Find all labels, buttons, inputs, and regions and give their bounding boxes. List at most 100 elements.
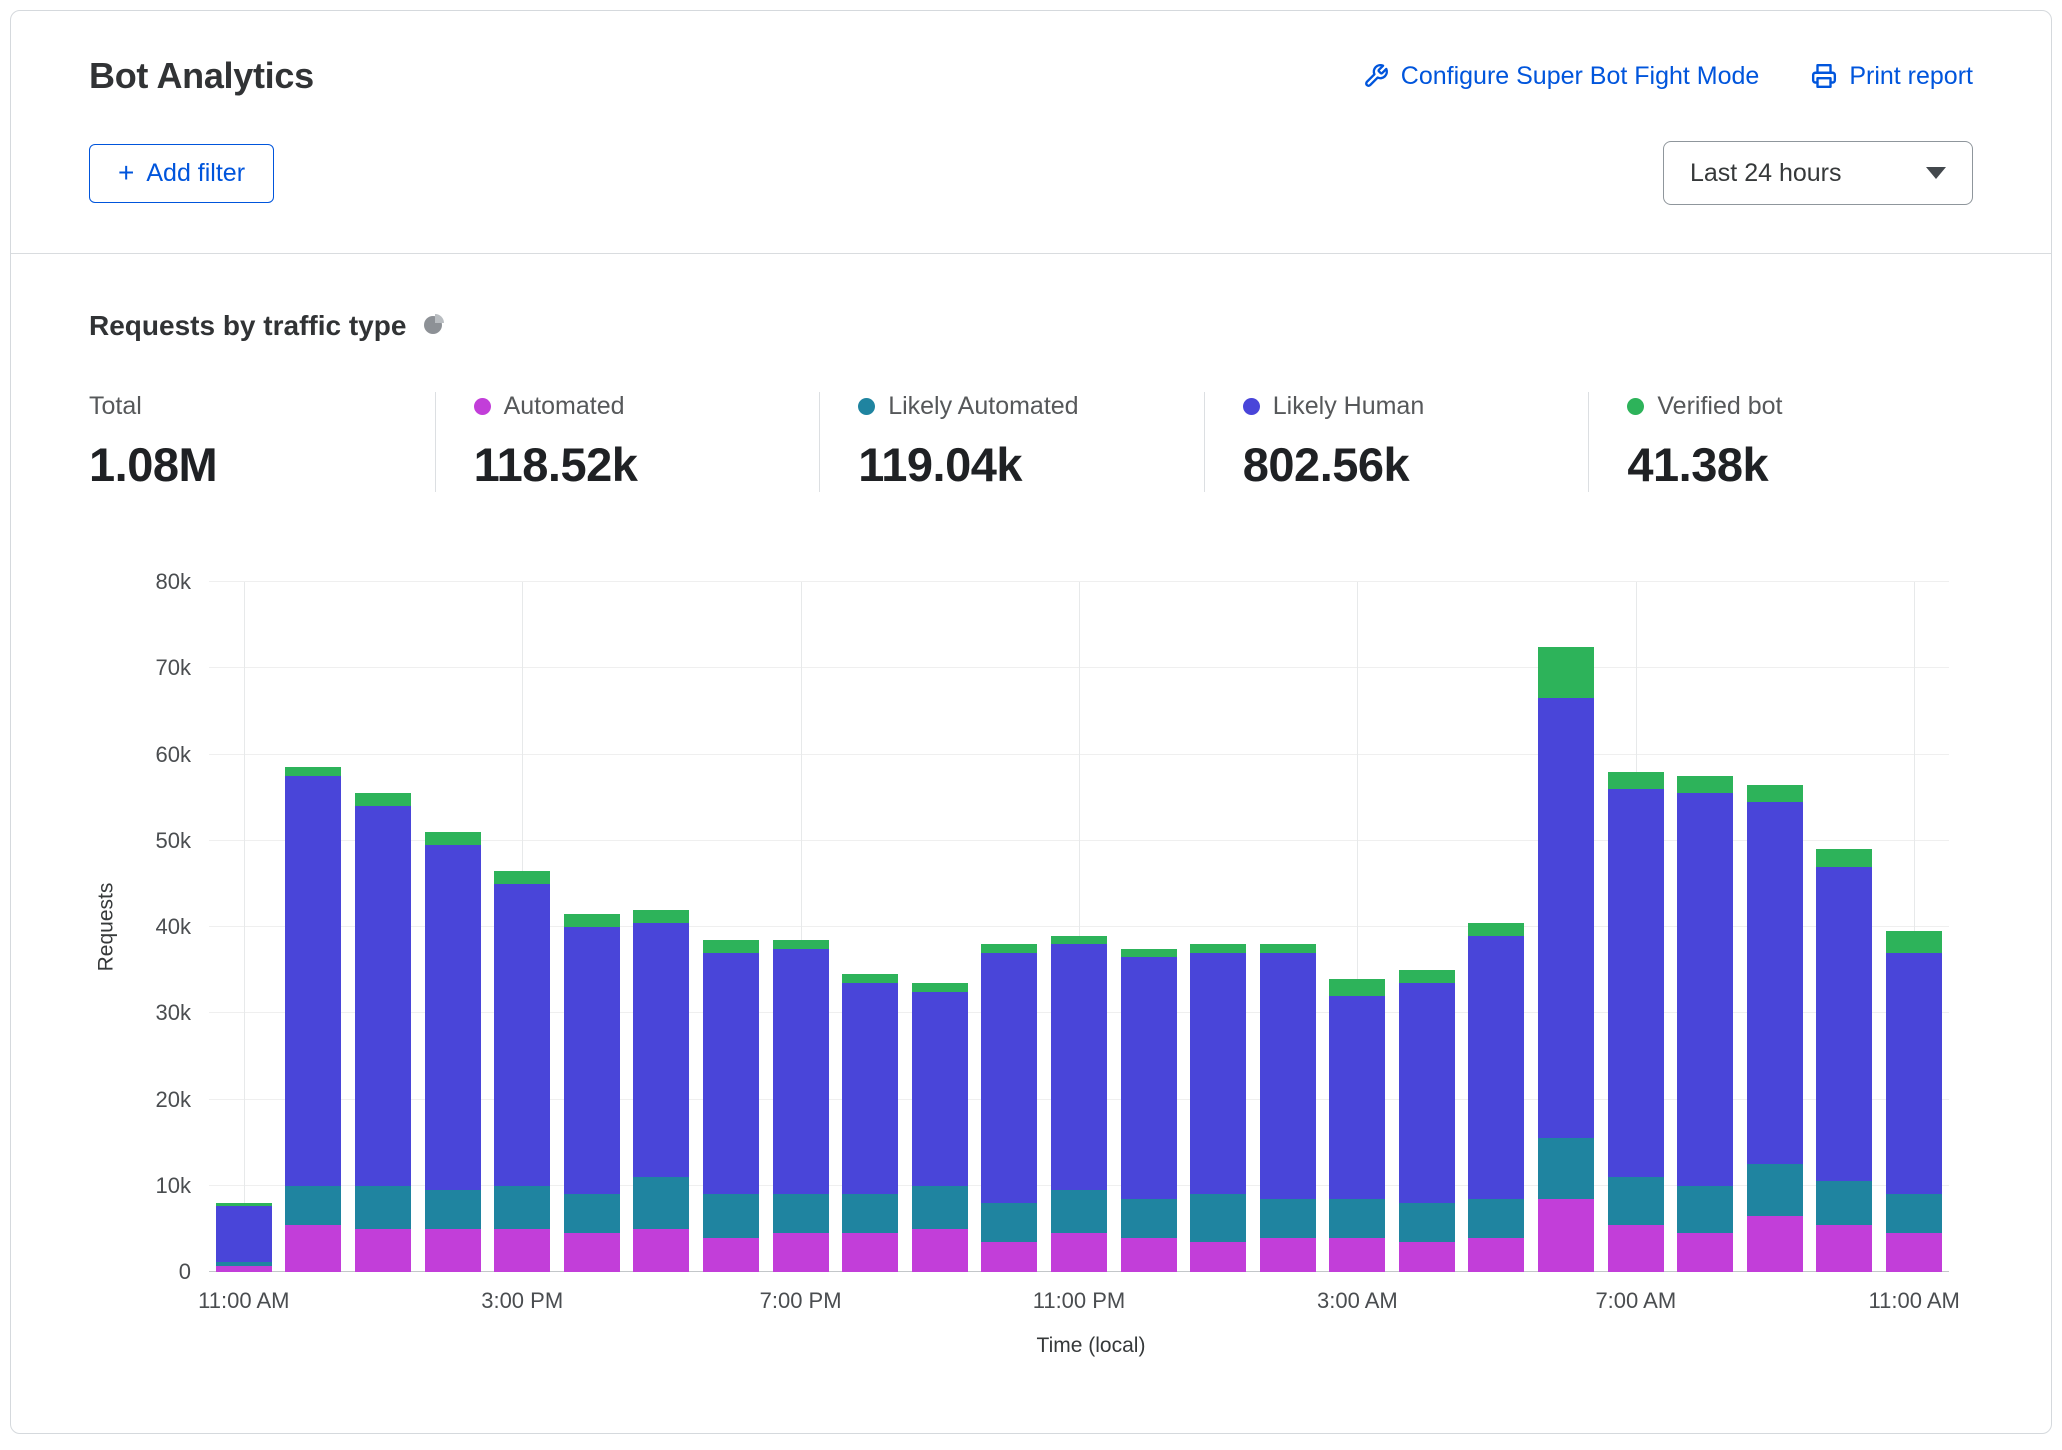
stacked-bar[interactable] xyxy=(494,582,550,1272)
stat-likely-human-label: Likely Human xyxy=(1273,392,1424,421)
bar-segment-likely-human xyxy=(912,992,968,1186)
section-title: Requests by traffic type xyxy=(89,310,406,342)
bar-segment-verified-bot xyxy=(1399,970,1455,983)
stacked-bar[interactable] xyxy=(1677,582,1733,1272)
bar-segment-likely-automated xyxy=(1538,1138,1594,1198)
x-tick-label: 11:00 AM xyxy=(1869,1288,1960,1314)
bar-segment-likely-automated xyxy=(1747,1164,1803,1216)
bar-column xyxy=(766,582,836,1272)
y-axis-title-wrap: Requests xyxy=(89,582,123,1272)
x-tick-label: 7:00 AM xyxy=(1595,1288,1676,1314)
bar-segment-verified-bot xyxy=(1886,931,1942,953)
bar-segment-automated xyxy=(425,1229,481,1272)
bar-segment-likely-automated xyxy=(1677,1186,1733,1233)
bar-column xyxy=(1253,582,1323,1272)
stacked-bar[interactable] xyxy=(633,582,689,1272)
requests-by-traffic-type-section: Requests by traffic type Total 1.08M Aut… xyxy=(11,253,2051,1394)
y-tick-label: 20k xyxy=(156,1087,191,1113)
header-section: Bot Analytics Configure Super Bot Fight … xyxy=(11,11,2051,253)
stat-total: Total 1.08M xyxy=(89,392,435,492)
bar-segment-likely-automated xyxy=(842,1194,898,1233)
y-tick-label: 30k xyxy=(156,1000,191,1026)
bar-segment-verified-bot xyxy=(1260,944,1316,953)
configure-super-bot-fight-mode-link[interactable]: Configure Super Bot Fight Mode xyxy=(1363,62,1760,91)
stacked-bar[interactable] xyxy=(1886,582,1942,1272)
stacked-bar[interactable] xyxy=(355,582,411,1272)
bar-segment-automated xyxy=(1886,1233,1942,1272)
stacked-bar[interactable] xyxy=(1468,582,1524,1272)
bar-column xyxy=(1740,582,1810,1272)
bar-segment-likely-human xyxy=(564,927,620,1194)
bar-segment-likely-human xyxy=(773,949,829,1195)
stacked-bar[interactable] xyxy=(1260,582,1316,1272)
bar-segment-likely-human xyxy=(842,983,898,1194)
bar-segment-verified-bot xyxy=(1051,936,1107,945)
bar-segment-likely-human xyxy=(216,1206,272,1262)
stacked-bar[interactable] xyxy=(773,582,829,1272)
bar-segment-likely-human xyxy=(1260,953,1316,1199)
bar-segment-likely-automated xyxy=(1190,1194,1246,1241)
stacked-bar[interactable] xyxy=(912,582,968,1272)
stacked-bar[interactable] xyxy=(425,582,481,1272)
stat-likely-automated: Likely Automated 119.04k xyxy=(819,392,1204,492)
bar-segment-likely-automated xyxy=(564,1194,620,1233)
stacked-bar[interactable] xyxy=(1608,582,1664,1272)
time-range-value: Last 24 hours xyxy=(1690,159,1842,188)
bar-segment-likely-human xyxy=(1608,789,1664,1177)
stat-verified-bot-value: 41.38k xyxy=(1627,437,1973,492)
x-tick-label: 11:00 PM xyxy=(1033,1288,1126,1314)
bar-segment-likely-human xyxy=(1538,698,1594,1138)
bar-column xyxy=(627,582,697,1272)
bar-column xyxy=(418,582,488,1272)
bar-segment-likely-automated xyxy=(1886,1194,1942,1233)
bar-segment-likely-automated xyxy=(703,1194,759,1237)
x-tick-label: 7:00 PM xyxy=(760,1288,842,1314)
stacked-bar[interactable] xyxy=(703,582,759,1272)
bar-segment-verified-bot xyxy=(355,793,411,806)
time-range-dropdown[interactable]: Last 24 hours xyxy=(1663,141,1973,205)
stacked-bar[interactable] xyxy=(1051,582,1107,1272)
bar-segment-likely-automated xyxy=(1329,1199,1385,1238)
printer-icon xyxy=(1811,63,1837,89)
bar-segment-automated xyxy=(981,1242,1037,1272)
stacked-bar[interactable] xyxy=(1538,582,1594,1272)
stat-likely-human-value: 802.56k xyxy=(1243,437,1589,492)
stats-row: Total 1.08M Automated 118.52k Likely Aut… xyxy=(89,392,1973,492)
bar-column xyxy=(1531,582,1601,1272)
stacked-bar[interactable] xyxy=(216,582,272,1272)
bar-segment-likely-automated xyxy=(1399,1203,1455,1242)
bar-segment-automated xyxy=(1816,1225,1872,1272)
bar-segment-likely-human xyxy=(1816,867,1872,1182)
stacked-bar[interactable] xyxy=(285,582,341,1272)
stat-total-label: Total xyxy=(89,392,142,421)
stacked-bar[interactable] xyxy=(981,582,1037,1272)
bar-segment-likely-automated xyxy=(1608,1177,1664,1224)
bar-segment-likely-human xyxy=(1886,953,1942,1195)
bar-segment-automated xyxy=(912,1229,968,1272)
verified-bot-legend-dot xyxy=(1627,398,1644,415)
pie-chart-icon xyxy=(422,312,446,341)
bar-segment-verified-bot xyxy=(1608,772,1664,789)
bar-segment-automated xyxy=(1468,1238,1524,1273)
bot-analytics-card: Bot Analytics Configure Super Bot Fight … xyxy=(10,10,2052,1434)
stacked-bar[interactable] xyxy=(1329,582,1385,1272)
stacked-bar[interactable] xyxy=(842,582,898,1272)
bar-segment-likely-human xyxy=(1121,957,1177,1199)
stacked-bar[interactable] xyxy=(1816,582,1872,1272)
stacked-bar[interactable] xyxy=(1190,582,1246,1272)
bar-segment-verified-bot xyxy=(633,910,689,923)
stacked-bar[interactable] xyxy=(1747,582,1803,1272)
stacked-bar[interactable] xyxy=(1121,582,1177,1272)
bar-segment-likely-human xyxy=(1677,793,1733,1185)
bar-segment-automated xyxy=(564,1233,620,1272)
stat-automated: Automated 118.52k xyxy=(435,392,820,492)
stacked-bar[interactable] xyxy=(1399,582,1455,1272)
stacked-bar[interactable] xyxy=(564,582,620,1272)
bars-layer xyxy=(209,582,1949,1272)
add-filter-button[interactable]: + Add filter xyxy=(89,144,274,203)
plot-area[interactable]: 010k20k30k40k50k60k70k80k11:00 AM3:00 PM… xyxy=(209,582,1949,1272)
bar-segment-likely-automated xyxy=(1260,1199,1316,1238)
bar-column xyxy=(975,582,1045,1272)
y-tick-label: 10k xyxy=(156,1173,191,1199)
print-report-link[interactable]: Print report xyxy=(1811,62,1973,91)
